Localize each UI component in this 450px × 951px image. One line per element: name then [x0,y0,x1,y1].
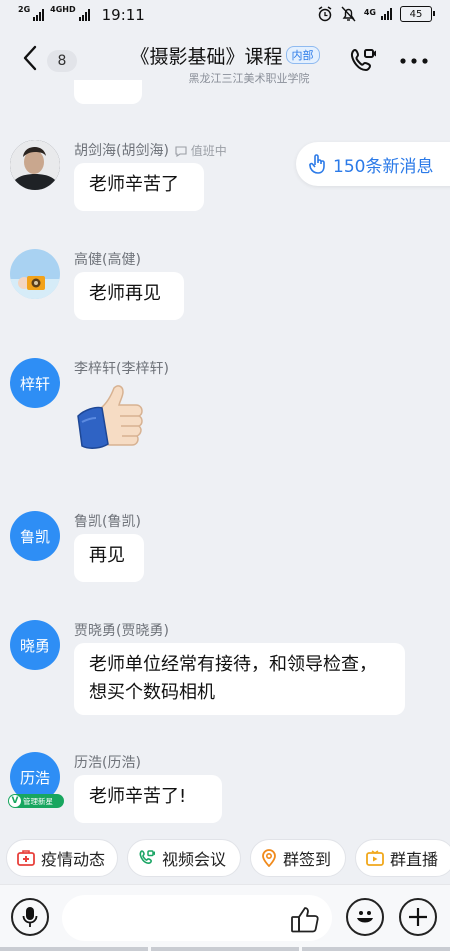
title-block: 《摄影基础》课程 内部 黑龙江三江美术职业学院 [0,42,450,86]
message-bubble-partial[interactable] [74,80,142,104]
medkit-icon [17,850,35,866]
mute-icon [341,6,356,22]
on-duty-label: 值班中 [190,144,227,158]
avatar-photo-person [10,140,60,190]
alarm-icon [318,6,332,22]
more-icon[interactable] [400,58,428,64]
page-title: 《摄影基础》课程 [130,46,283,68]
message-bubble[interactable]: 再见 [74,534,144,582]
chat-header: 8 《摄影基础》课程 内部 黑龙江三江美术职业学院 [0,30,450,92]
phone-video-icon [139,850,155,865]
video-call-icon[interactable] [348,46,378,76]
admin-badge-label: 管理新星 [23,796,53,806]
avatar-photo-camera [10,249,60,299]
signal-icon-2 [78,9,90,21]
clock: 19:11 [101,6,145,24]
voice-button[interactable] [11,898,49,936]
sender-name-text: 胡剑海(胡剑海) [74,143,169,159]
avatar[interactable] [10,140,60,190]
sender-name: 高健(高健) [74,252,141,268]
message-bubble[interactable]: 老师单位经常有接待，和领导检查，想买个数码相机 [74,643,405,715]
plus-icon [409,908,427,926]
group-live-chip[interactable]: 群直播 [355,839,450,877]
plus-button[interactable] [399,898,437,936]
signal-icon [33,9,45,21]
status-bar: 2G 4GHD 19:11 4G 45 [0,0,450,30]
tv-icon [366,850,384,866]
group-checkin-chip[interactable]: 群签到 [250,839,346,877]
sender-name: 贾晓勇(贾晓勇) [74,623,169,639]
network-label-3: 4G [363,7,376,17]
battery-icon: 45 [400,6,435,22]
chip-label: 视频会议 [162,850,227,869]
microphone-icon [22,907,38,927]
chip-label: 群直播 [390,850,439,869]
message-bubble[interactable]: 老师辛苦了 [74,163,204,211]
location-icon [262,849,276,867]
hand-pointer-icon [309,154,325,174]
emoji-button[interactable] [346,898,384,936]
sender-name: 历浩(历浩) [74,755,141,771]
on-duty-status: 值班中 [175,144,227,158]
epidemic-news-chip[interactable]: 疫情动态 [6,839,118,877]
signal-icon-3 [381,8,392,20]
sender-name: 李梓轩(李梓轩) [74,361,169,377]
avatar[interactable]: 鲁凯 [10,511,60,561]
internal-tag: 内部 [285,46,320,64]
new-messages-button[interactable]: 150条新消息 [296,142,450,186]
chip-label: 疫情动态 [41,850,106,869]
sender-name: 胡剑海(胡剑海) 值班中 [74,140,227,160]
avatar[interactable]: 晓勇 [10,620,60,670]
nav-indicator [0,947,450,951]
avatar[interactable]: 梓轩 [10,358,60,408]
message-bubble[interactable]: 老师再见 [74,272,184,320]
sender-name: 鲁凯(鲁凯) [74,514,141,530]
chip-label: 群签到 [283,850,332,869]
smile-icon [357,911,373,923]
thumbs-up-sticker[interactable] [76,380,152,460]
network-label-1: 2G [18,4,31,14]
video-meeting-chip[interactable]: 视频会议 [127,839,241,877]
quick-actions-bar: 疫情动态 视频会议 群签到 群直播 [0,836,450,882]
thumbs-up-icon[interactable] [290,905,320,933]
network-label-2: 4GHD [50,4,76,14]
message-bubble[interactable]: 老师辛苦了! [74,775,222,823]
verified-icon: V [9,795,21,807]
admin-badge: V 管理新星 [8,794,64,808]
chat-bubble-icon [175,146,187,158]
avatar[interactable] [10,249,60,299]
new-messages-label: 150条新消息 [333,156,434,177]
message-input-bar [0,884,450,951]
